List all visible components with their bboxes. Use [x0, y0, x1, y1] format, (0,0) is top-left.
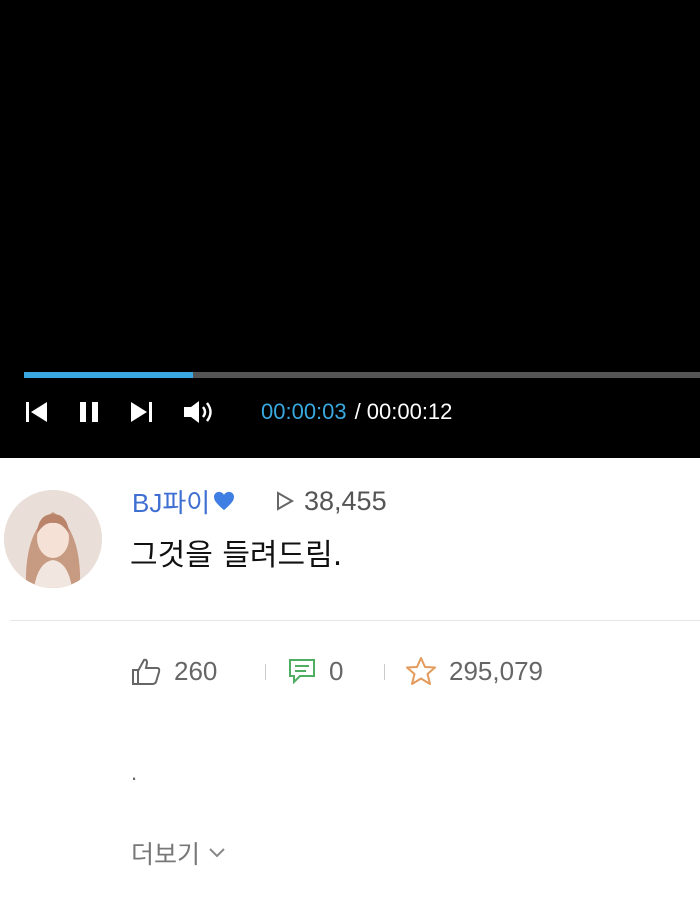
skip-forward-icon[interactable] [128, 396, 154, 428]
more-label: 더보기 [131, 840, 201, 869]
progress-fill [24, 372, 193, 378]
like-count: 260 [174, 655, 218, 686]
progress-bar[interactable] [24, 372, 700, 378]
heart-icon [214, 491, 235, 511]
comment-icon [289, 659, 315, 685]
post-body: . [131, 760, 138, 785]
star-icon [406, 657, 436, 685]
chevron-down-icon [209, 848, 225, 858]
stat-separator [384, 664, 385, 680]
time-separator: / [354, 399, 361, 424]
pause-icon[interactable] [76, 396, 102, 428]
author-label: BJ파이 [132, 487, 211, 518]
video-player[interactable]: 00:00:03 /00:00:12 [0, 0, 700, 458]
play-icon [277, 491, 294, 511]
stat-separator [265, 664, 266, 680]
post-title: 그것을 들려드림. [130, 538, 343, 573]
like-button[interactable]: 260 [130, 654, 217, 688]
skip-back-icon[interactable] [24, 396, 50, 428]
author-name[interactable]: BJ파이 [132, 484, 235, 518]
view-count-value: 38,455 [304, 485, 387, 516]
total-time: 00:00:12 [366, 399, 453, 424]
view-count: 38,455 [276, 484, 387, 518]
star-count: 295,079 [449, 655, 543, 686]
volume-icon[interactable] [180, 396, 220, 428]
current-time: 00:00:03 [261, 399, 347, 424]
avatar[interactable] [4, 490, 102, 588]
time-display: 00:00:03 /00:00:12 [261, 398, 452, 426]
divider [10, 620, 700, 621]
thumbs-up-icon [132, 658, 161, 685]
star-button[interactable]: 295,079 [405, 654, 543, 688]
more-button[interactable]: 더보기 [131, 836, 226, 870]
comment-button[interactable]: 0 [287, 654, 343, 688]
comment-count: 0 [329, 655, 344, 686]
